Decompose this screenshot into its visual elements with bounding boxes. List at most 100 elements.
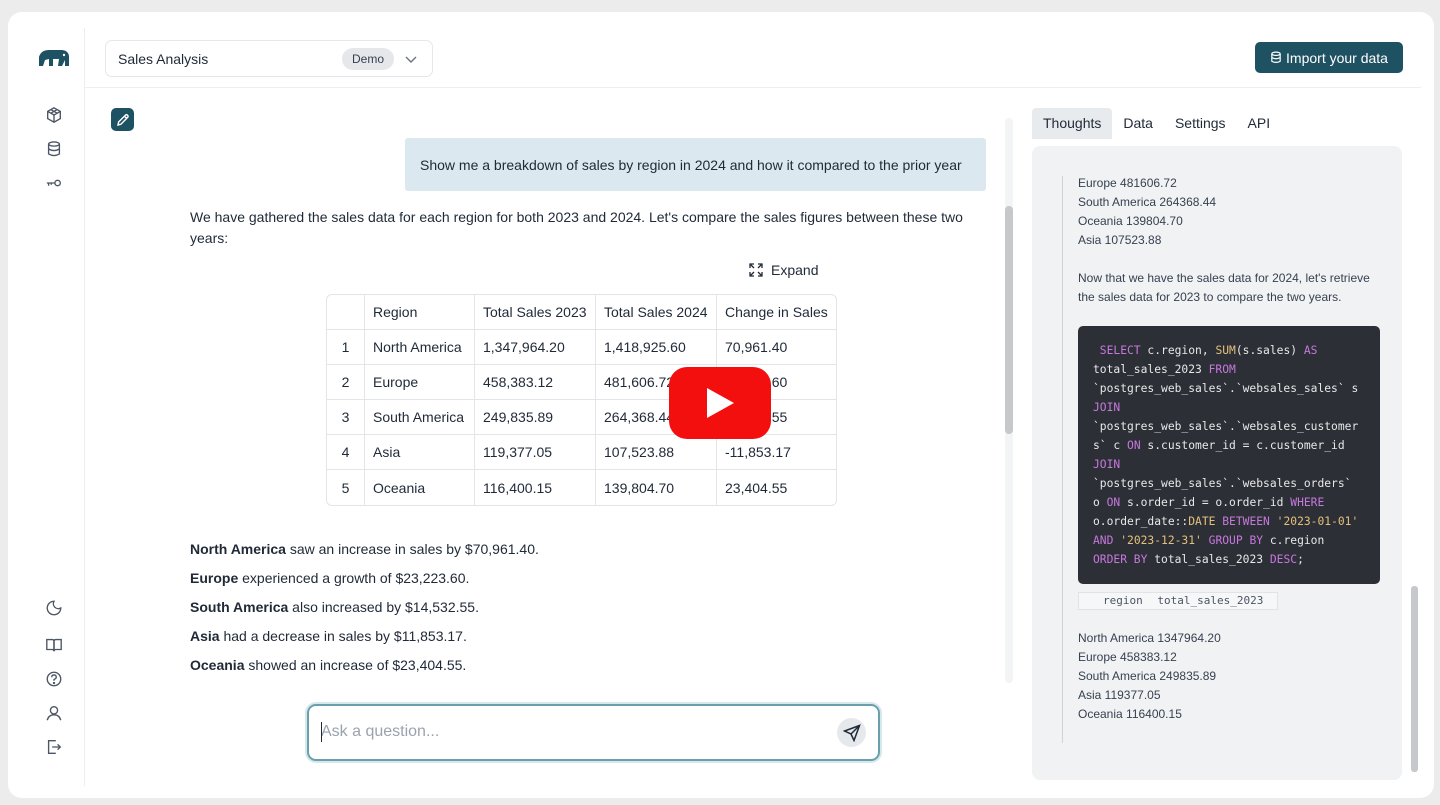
cell-region: South America	[365, 400, 475, 435]
header-change[interactable]: Change in Sales	[717, 295, 836, 330]
tab-data[interactable]: Data	[1112, 108, 1164, 139]
result-columns: region total_sales_2023	[1078, 592, 1279, 610]
cell-sales-2023: 1,347,964.20	[475, 330, 596, 365]
key-icon[interactable]	[43, 172, 65, 194]
sql-line: o ON s.order_id = o.order_id WHERE	[1093, 496, 1325, 509]
user-message-text: Show me a breakdown of sales by region i…	[420, 156, 962, 173]
screenshot-frame: Sales Analysis Demo Import your data Sho…	[8, 12, 1434, 798]
cell-region: Oceania	[365, 470, 475, 505]
expand-button[interactable]: Expand	[749, 262, 818, 278]
sales-2023-output: North America 1347964.20 Europe 458383.1…	[1078, 629, 1221, 724]
thoughts-panel: Europe 481606.72 South America 264368.44…	[1032, 146, 1402, 780]
summary-text: experienced a growth of $23,223.60.	[238, 570, 470, 586]
output-line: South America 249835.89	[1078, 669, 1217, 683]
sales-summary: North America saw an increase in sales b…	[190, 535, 539, 680]
sql-line: `postgres_web_sales`.`websales_customer	[1093, 420, 1359, 433]
panel-scrollbar-thumb[interactable]	[1411, 586, 1418, 772]
project-name: Sales Analysis	[118, 51, 209, 67]
output-line: Asia 119377.05	[1078, 688, 1161, 702]
import-data-button[interactable]: Import your data	[1255, 42, 1403, 73]
row-index: 5	[327, 470, 365, 505]
database-icon[interactable]	[43, 138, 65, 160]
import-data-label: Import your data	[1286, 49, 1388, 66]
output-line: Europe 458383.12	[1078, 650, 1177, 664]
logo-icon[interactable]	[37, 46, 71, 68]
help-icon[interactable]	[43, 668, 65, 690]
summary-text: saw an increase in sales by $70,961.40.	[285, 541, 539, 557]
expand-label: Expand	[771, 262, 819, 278]
summary-text: showed an increase of $23,404.55.	[244, 657, 467, 673]
moon-icon[interactable]	[43, 597, 65, 619]
header-region[interactable]: Region	[365, 295, 475, 330]
demo-badge: Demo	[342, 48, 395, 70]
top-header: Sales Analysis Demo Import your data	[85, 28, 1421, 88]
cell-region: Asia	[365, 435, 475, 470]
chevron-down-icon[interactable]	[404, 52, 418, 66]
question-input[interactable]	[321, 720, 821, 744]
pencil-icon	[116, 113, 129, 126]
book-icon[interactable]	[43, 634, 65, 656]
sql-line: ORDER BY total_sales_2023 DESC;	[1093, 553, 1304, 566]
summary-line: Europe experienced a growth of $23,223.6…	[190, 564, 539, 593]
summary-region: North America	[190, 541, 286, 557]
question-box	[307, 704, 880, 761]
thought-timeline	[1062, 176, 1063, 743]
cell-sales-2023: 119,377.05	[475, 435, 596, 470]
cell-region: Europe	[365, 365, 475, 400]
sql-line: `postgres_web_sales`.`websales_orders`	[1093, 477, 1352, 490]
table-row: 4 Asia 119,377.05 107,523.88 -11,853.17	[327, 435, 836, 470]
output-line: Asia 107523.88	[1078, 233, 1162, 247]
tab-api[interactable]: API	[1237, 108, 1282, 139]
summary-line: South America also increased by $14,532.…	[190, 593, 539, 622]
output-line: Oceania 139804.70	[1078, 214, 1183, 228]
cell-sales-2023: 249,835.89	[475, 400, 596, 435]
sql-code-block: SELECT c.region, SUM(s.sales) AS total_sa…	[1078, 326, 1380, 584]
cube-icon[interactable]	[43, 104, 65, 126]
header-sales-2023[interactable]: Total Sales 2023	[475, 295, 596, 330]
cell-change: 23,404.55	[725, 479, 788, 496]
summary-region: South America	[190, 599, 289, 615]
table-header-row: Region Total Sales 2023 Total Sales 2024…	[327, 295, 836, 330]
table-row: 5 Oceania 116,400.15 139,804.70 23,404.5…	[327, 470, 836, 505]
app-window: Sales Analysis Demo Import your data Sho…	[24, 28, 1421, 786]
send-button[interactable]	[837, 718, 866, 747]
row-index: 3	[327, 400, 365, 435]
tab-thoughts[interactable]: Thoughts	[1032, 108, 1113, 139]
sql-line: SELECT c.region, SUM(s.sales) AS	[1093, 344, 1318, 357]
result-column: region	[1103, 594, 1143, 607]
play-icon	[707, 388, 734, 418]
tab-settings[interactable]: Settings	[1164, 108, 1237, 139]
sql-line: JOIN	[1093, 401, 1121, 414]
sql-line: `postgres_web_sales`.`websales_sales` s	[1093, 382, 1359, 395]
project-selector[interactable]: Sales Analysis Demo	[105, 40, 433, 77]
output-line: Oceania 116400.15	[1078, 707, 1182, 721]
video-play-button[interactable]	[669, 367, 771, 439]
left-rail	[24, 28, 85, 786]
cell-sales-2024: 107,523.88	[596, 435, 717, 470]
cell-sales-2023: 116,400.15	[475, 470, 596, 505]
summary-region: Asia	[190, 628, 220, 644]
user-icon[interactable]	[43, 702, 65, 724]
logout-icon[interactable]	[43, 736, 65, 758]
cell-change: 70,961.40	[717, 330, 836, 365]
sql-line: s` c ON s.customer_id = c.customer_id	[1093, 439, 1345, 452]
summary-line: Asia had a decrease in sales by $11,853.…	[190, 622, 539, 651]
text-caret	[321, 722, 322, 742]
database-icon	[1271, 51, 1281, 64]
output-line: Europe 481606.72	[1078, 176, 1177, 190]
expand-icon	[749, 263, 763, 277]
summary-region: Europe	[190, 570, 239, 586]
panel-tabs: Thoughts Data Settings API	[1032, 108, 1281, 139]
header-index	[327, 295, 365, 330]
header-sales-2024[interactable]: Total Sales 2024	[596, 295, 717, 330]
assistant-reply-intro: We have gathered the sales data for each…	[190, 209, 963, 246]
cell-sales-2024: 139,804.70	[596, 470, 717, 505]
thought-text: Now that we have the sales data for 2024…	[1078, 271, 1370, 304]
cell-change: -11,853.17	[717, 435, 836, 470]
result-column: total_sales_2023	[1157, 594, 1264, 607]
chat-scrollbar-thumb[interactable]	[1005, 206, 1013, 434]
summary-line: Oceania showed an increase of $23,404.55…	[190, 651, 539, 680]
summary-text: also increased by $14,532.55.	[288, 599, 479, 615]
new-chat-button[interactable]	[111, 108, 134, 131]
sales-2024-output: Europe 481606.72 South America 264368.44…	[1078, 174, 1216, 250]
